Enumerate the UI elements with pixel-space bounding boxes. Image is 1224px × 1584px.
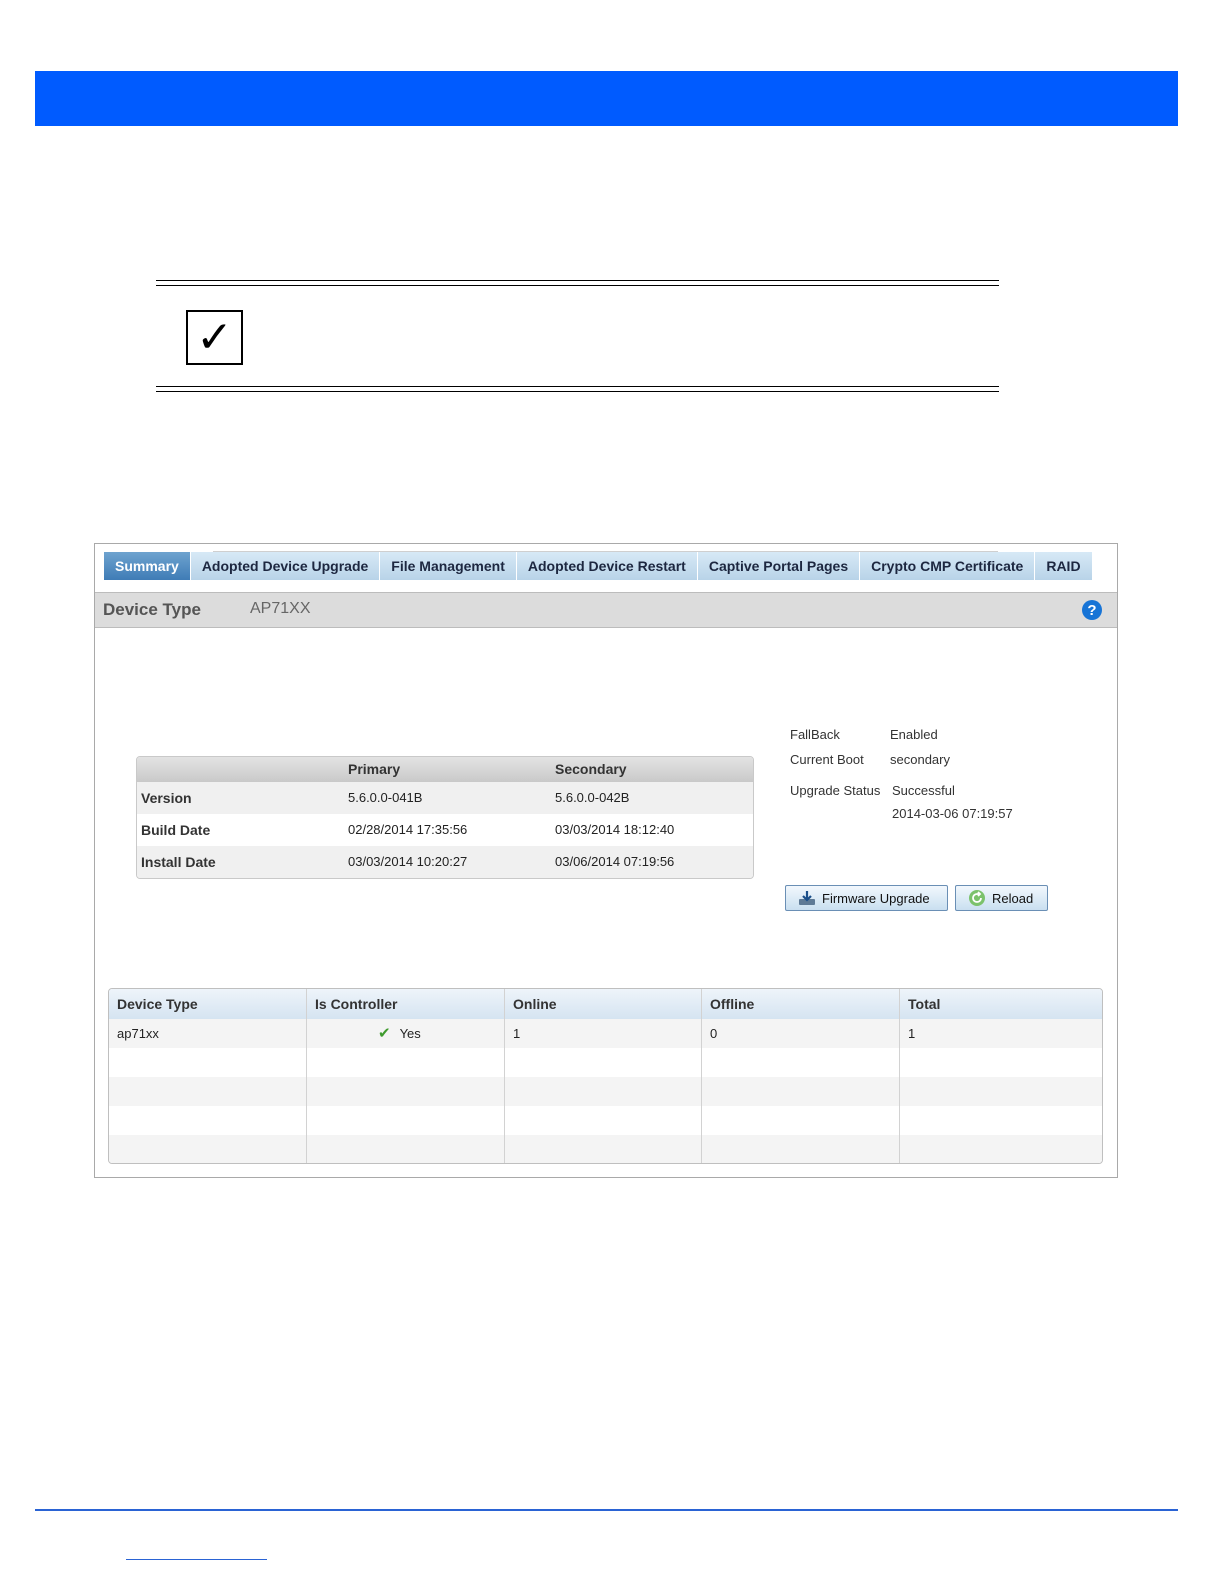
device-table: Device Type Is Controller Online Offline… xyxy=(108,988,1103,1164)
column-header-device-type[interactable]: Device Type xyxy=(109,989,307,1019)
firmware-upgrade-button[interactable]: Firmware Upgrade xyxy=(785,885,948,911)
firmware-row-build-date: Build Date 02/28/2014 17:35:56 03/03/201… xyxy=(137,814,753,846)
empty-table-row xyxy=(109,1077,1102,1106)
is-controller-value: ✔ Yes xyxy=(378,1019,421,1048)
empty-table-row xyxy=(109,1048,1102,1077)
refresh-icon xyxy=(969,890,985,906)
current-boot-label: Current Boot xyxy=(790,752,864,767)
row-label: Install Date xyxy=(141,854,216,870)
tab-bar: Summary Adopted Device Upgrade File Mana… xyxy=(104,552,1093,580)
secondary-value: 5.6.0.0-042B xyxy=(555,790,630,805)
checkbox-check-icon: ✓ xyxy=(186,310,243,365)
tab-captive-portal-pages[interactable]: Captive Portal Pages xyxy=(697,552,861,580)
tab-adopted-device-restart[interactable]: Adopted Device Restart xyxy=(516,552,698,580)
is-controller-cell: ✔ Yes xyxy=(307,1019,505,1048)
tab-raid[interactable]: RAID xyxy=(1035,552,1093,580)
column-header-total[interactable]: Total xyxy=(900,989,1102,1019)
note-rule-top-inner xyxy=(156,285,999,286)
firmware-table-header: Primary Secondary xyxy=(137,757,753,782)
tab-file-management[interactable]: File Management xyxy=(380,552,517,580)
firmware-row-version: Version 5.6.0.0-041B 5.6.0.0-042B xyxy=(137,782,753,814)
footer-link-underline xyxy=(126,1559,267,1560)
total-cell: 1 xyxy=(908,1026,916,1041)
help-icon[interactable]: ? xyxy=(1082,600,1102,620)
online-cell: 1 xyxy=(505,1019,702,1048)
empty-table-row xyxy=(109,1135,1102,1163)
primary-value: 02/28/2014 17:35:56 xyxy=(348,822,468,837)
column-header-is-controller[interactable]: Is Controller xyxy=(307,989,505,1019)
tab-summary[interactable]: Summary xyxy=(104,552,191,580)
device-table-header: Device Type Is Controller Online Offline… xyxy=(109,989,1102,1019)
fallback-label: FallBack xyxy=(790,727,840,742)
table-row[interactable]: ap71xx ✔ Yes 1 0 1 xyxy=(109,1019,1102,1048)
note-rule-top xyxy=(156,280,999,281)
download-icon xyxy=(799,891,815,905)
column-header-offline[interactable]: Offline xyxy=(702,989,900,1019)
firmware-upgrade-label: Firmware Upgrade xyxy=(822,890,930,906)
check-glyph: ✓ xyxy=(196,311,233,363)
column-header-online[interactable]: Online xyxy=(505,989,702,1019)
summary-panel: Summary Adopted Device Upgrade File Mana… xyxy=(94,543,1118,1178)
check-icon: ✔ xyxy=(378,1025,391,1042)
reload-button[interactable]: Reload xyxy=(955,885,1048,911)
device-type-value: AP71XX xyxy=(250,600,311,617)
note-rule-bottom-inner xyxy=(156,391,999,392)
reload-label: Reload xyxy=(992,890,1034,906)
current-boot-value: secondary xyxy=(890,752,950,767)
device-type-header: Device Type AP71XX ? xyxy=(95,592,1117,628)
fallback-value: Enabled xyxy=(890,727,938,742)
column-header-primary: Primary xyxy=(348,761,401,777)
tab-crypto-cmp-certificate[interactable]: Crypto CMP Certificate xyxy=(860,552,1036,580)
top-banner xyxy=(35,71,1178,126)
firmware-table: Primary Secondary Version 5.6.0.0-041B 5… xyxy=(136,756,754,879)
primary-value: 03/03/2014 10:20:27 xyxy=(348,854,468,869)
device-type-cell: ap71xx xyxy=(109,1019,307,1048)
firmware-row-install-date: Install Date 03/03/2014 10:20:27 03/06/2… xyxy=(137,846,753,878)
upgrade-status-label: Upgrade Status xyxy=(790,783,881,798)
secondary-value: 03/06/2014 07:19:56 xyxy=(555,854,675,869)
note-rule-bottom xyxy=(156,386,999,387)
column-header-secondary: Secondary xyxy=(555,761,627,777)
empty-table-row xyxy=(109,1106,1102,1135)
is-controller-text: Yes xyxy=(399,1026,421,1041)
secondary-value: 03/03/2014 18:12:40 xyxy=(555,822,675,837)
upgrade-time: 2014-03-06 07:19:57 xyxy=(892,806,1013,821)
upgrade-status-value: Successful xyxy=(892,783,955,798)
primary-value: 5.6.0.0-041B xyxy=(348,790,423,805)
footer-rule xyxy=(35,1509,1178,1511)
row-label: Build Date xyxy=(141,822,211,838)
tab-adopted-device-upgrade[interactable]: Adopted Device Upgrade xyxy=(190,552,381,580)
device-type-label: Device Type xyxy=(103,600,201,619)
offline-cell: 0 xyxy=(702,1019,900,1048)
row-label: Version xyxy=(141,790,192,806)
